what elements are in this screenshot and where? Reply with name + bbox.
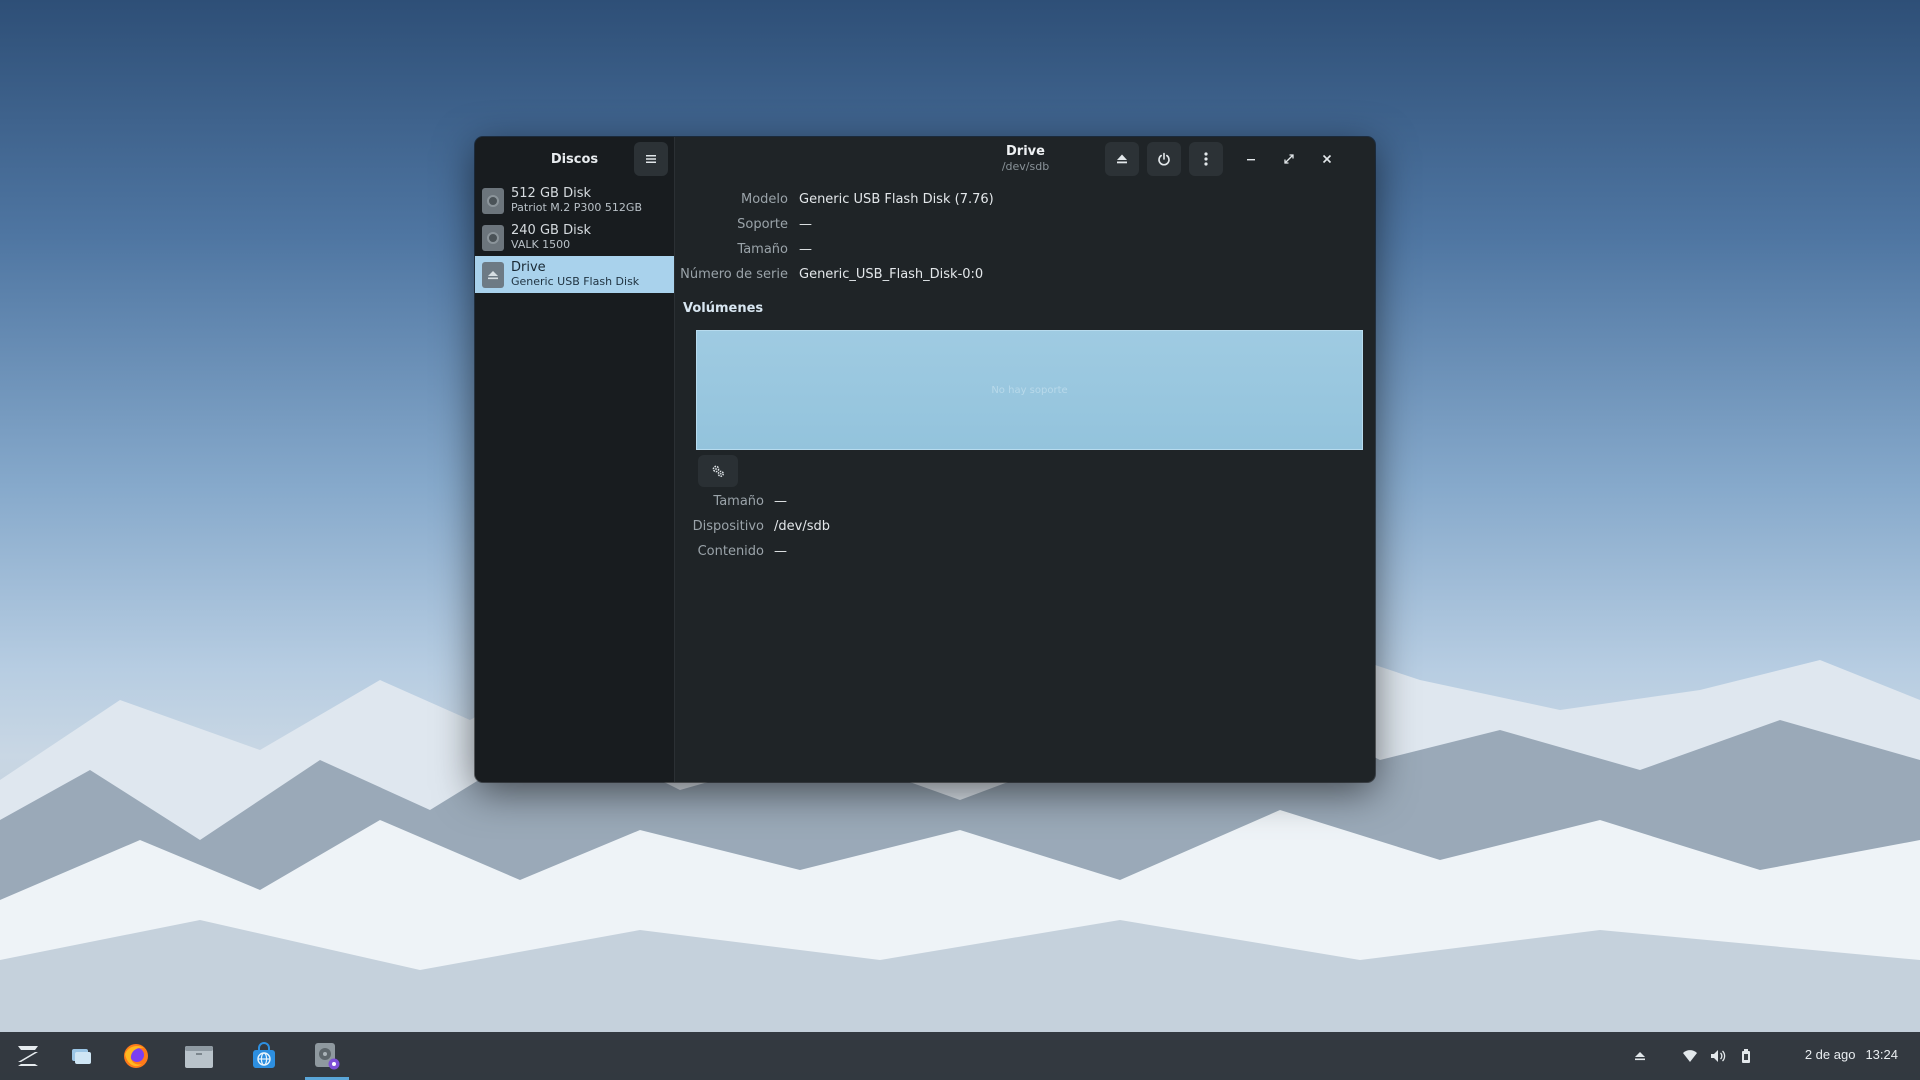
minimize-button[interactable] bbox=[1238, 146, 1264, 172]
minimize-icon bbox=[1247, 159, 1255, 161]
software-store-icon bbox=[253, 1042, 275, 1068]
close-icon bbox=[1322, 154, 1332, 164]
disks-app-button[interactable] bbox=[301, 1036, 353, 1080]
maximize-icon bbox=[1284, 154, 1294, 164]
disks-window: Discos 512 GB Disk Patriot M.2 P300 512G… bbox=[475, 137, 1375, 782]
property-label: Contenido bbox=[697, 544, 764, 559]
volumes-heading: Volúmenes bbox=[683, 301, 764, 316]
files-icon bbox=[185, 1046, 213, 1068]
files-button[interactable] bbox=[173, 1036, 225, 1076]
sidebar-title: Discos bbox=[550, 152, 599, 167]
property-label: Soporte bbox=[737, 217, 788, 232]
property-value: Generic_USB_Flash_Disk-0:0 bbox=[799, 267, 984, 282]
volume-bar[interactable]: No hay soporte bbox=[696, 330, 1363, 450]
hard-disk-icon bbox=[482, 224, 504, 251]
clock-time: 13:24 bbox=[1865, 1047, 1898, 1062]
main-pane: Drive /dev/sdb Modelo Generic USB Flash … bbox=[676, 137, 1375, 782]
drive-options-button[interactable] bbox=[1189, 142, 1223, 176]
eject-icon bbox=[1117, 154, 1127, 164]
more-vertical-icon bbox=[1204, 152, 1208, 166]
disk-name: 512 GB Disk bbox=[511, 185, 591, 201]
gears-icon bbox=[712, 465, 724, 477]
disk-name: 240 GB Disk bbox=[511, 222, 591, 238]
battery-icon[interactable] bbox=[1734, 1044, 1758, 1068]
eject-tray-icon[interactable] bbox=[1628, 1044, 1652, 1068]
disks-app-icon bbox=[315, 1043, 340, 1070]
firefox-icon bbox=[124, 1044, 148, 1068]
volume-settings-button[interactable] bbox=[698, 455, 738, 487]
header-bar: Drive /dev/sdb bbox=[676, 137, 1375, 182]
disk-item-512gb[interactable]: 512 GB Disk Patriot M.2 P300 512GB bbox=[475, 182, 674, 219]
power-off-button[interactable] bbox=[1147, 142, 1181, 176]
volume-bar-label: No hay soporte bbox=[991, 384, 1068, 396]
window-switcher-icon bbox=[72, 1049, 91, 1064]
property-label: Tamaño bbox=[737, 242, 788, 257]
hard-disk-icon bbox=[482, 187, 504, 214]
property-value: — bbox=[774, 544, 787, 559]
property-row-model: Modelo Generic USB Flash Disk (7.76) bbox=[676, 192, 994, 210]
usb-drive-icon bbox=[482, 261, 504, 288]
property-row-serial: Número de serie Generic_USB_Flash_Disk-0… bbox=[676, 267, 983, 285]
system-tray bbox=[1628, 1032, 1758, 1080]
property-value: — bbox=[774, 494, 787, 509]
disk-item-drive[interactable]: Drive Generic USB Flash Disk bbox=[475, 256, 674, 293]
property-label: Dispositivo bbox=[692, 519, 764, 534]
eject-button[interactable] bbox=[1105, 142, 1139, 176]
property-value: Generic USB Flash Disk (7.76) bbox=[799, 192, 994, 207]
disk-model: Patriot M.2 P300 512GB bbox=[511, 200, 642, 214]
property-row-media: Soporte — bbox=[676, 217, 812, 235]
zorin-menu-icon bbox=[18, 1046, 38, 1066]
close-button[interactable] bbox=[1314, 146, 1340, 172]
property-label: Número de serie bbox=[680, 267, 788, 282]
sidebar: Discos 512 GB Disk Patriot M.2 P300 512G… bbox=[475, 137, 675, 782]
maximize-button[interactable] bbox=[1276, 146, 1302, 172]
hamburger-menu-button[interactable] bbox=[634, 142, 668, 176]
sidebar-header: Discos bbox=[475, 137, 674, 182]
wifi-icon[interactable] bbox=[1678, 1044, 1702, 1068]
software-store-button[interactable] bbox=[238, 1036, 290, 1076]
disk-item-240gb[interactable]: 240 GB Disk VALK 1500 bbox=[475, 219, 674, 256]
volume-row-device: Dispositivo /dev/sdb bbox=[676, 519, 830, 537]
disk-name: Drive bbox=[511, 259, 546, 275]
property-value: /dev/sdb bbox=[774, 519, 830, 534]
taskbar: 2 de ago 13:24 bbox=[0, 1032, 1920, 1080]
page-title: Drive bbox=[1006, 144, 1045, 159]
disk-model: VALK 1500 bbox=[511, 237, 571, 251]
clock-date: 2 de ago bbox=[1804, 1047, 1856, 1062]
disk-model: Generic USB Flash Disk bbox=[511, 274, 640, 288]
property-label: Modelo bbox=[741, 192, 788, 207]
property-row-size: Tamaño — bbox=[676, 242, 812, 260]
hamburger-icon bbox=[646, 155, 656, 163]
volume-row-contents: Contenido — bbox=[676, 544, 787, 562]
firefox-button[interactable] bbox=[110, 1036, 162, 1076]
property-value: — bbox=[799, 217, 812, 232]
page-subtitle: /dev/sdb bbox=[1001, 160, 1050, 173]
property-label: Tamaño bbox=[713, 494, 764, 509]
property-value: — bbox=[799, 242, 812, 257]
zorin-menu-button[interactable] bbox=[2, 1036, 54, 1076]
clock[interactable]: 2 de ago 13:24 bbox=[1795, 1047, 1898, 1062]
volume-row-size: Tamaño — bbox=[676, 494, 787, 512]
power-icon bbox=[1158, 152, 1170, 166]
volume-icon[interactable] bbox=[1706, 1044, 1730, 1068]
window-switcher-button[interactable] bbox=[55, 1036, 107, 1076]
